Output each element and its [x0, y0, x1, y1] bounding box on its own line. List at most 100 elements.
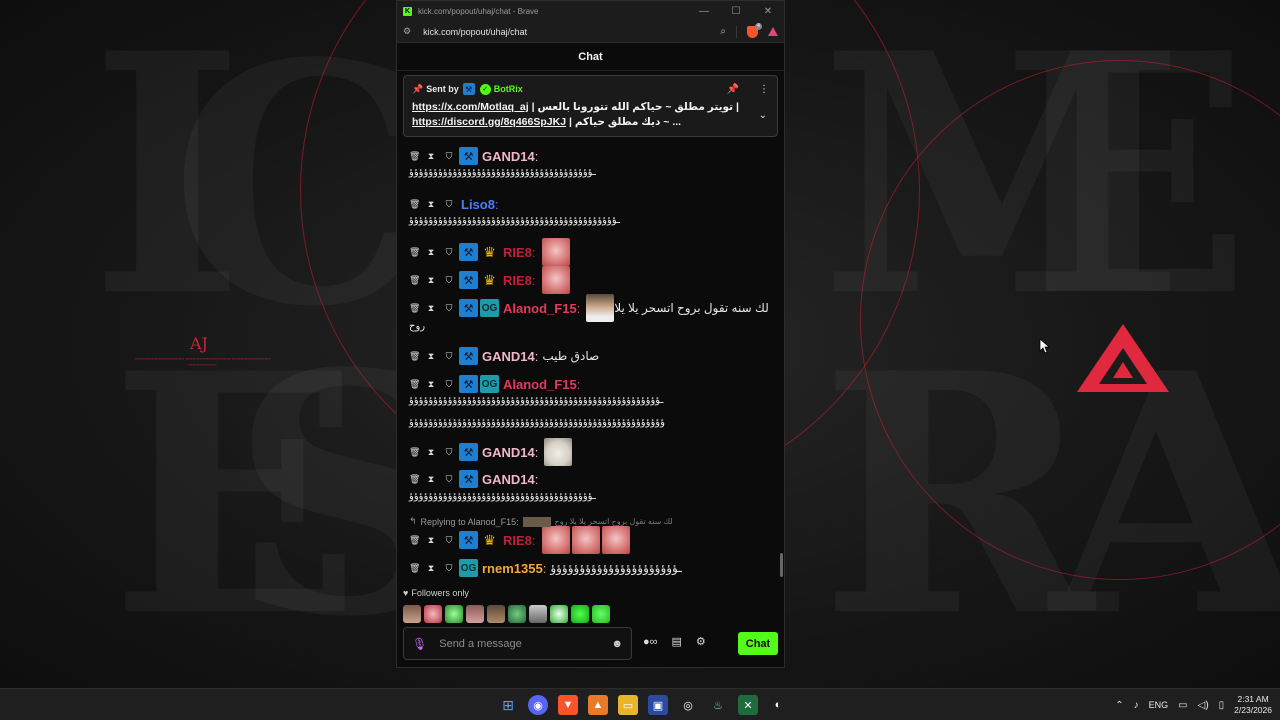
- more-options-icon[interactable]: ⋮: [759, 84, 769, 95]
- ban-icon[interactable]: ⛉: [445, 535, 453, 546]
- minimize-button[interactable]: —: [688, 6, 720, 17]
- pinned-link-discord[interactable]: https://discord.gg/8q466SpJKJ: [412, 116, 566, 128]
- quick-emote[interactable]: [445, 605, 463, 623]
- timeout-icon[interactable]: ⧗: [427, 535, 435, 546]
- file-explorer-icon[interactable]: ▭: [618, 695, 638, 715]
- ban-icon[interactable]: ⛉: [445, 474, 453, 485]
- ban-icon[interactable]: ⛉: [445, 199, 453, 210]
- delete-icon[interactable]: 🗑: [409, 199, 420, 210]
- obs-icon[interactable]: ◎: [678, 695, 698, 715]
- chat-message[interactable]: 🗑 ⧗ ⛉ ⚒ GAND14:: [409, 438, 769, 466]
- timeout-icon[interactable]: ⧗: [427, 379, 435, 390]
- delete-icon[interactable]: 🗑: [409, 151, 420, 162]
- chat-username[interactable]: RIE8: [503, 245, 532, 260]
- ban-icon[interactable]: ⛉: [445, 563, 453, 574]
- chat-username[interactable]: RIE8: [503, 533, 532, 548]
- maximize-button[interactable]: ☐: [720, 6, 752, 17]
- delete-icon[interactable]: 🗑: [409, 247, 420, 258]
- chat-username[interactable]: Alanod_F15: [503, 377, 577, 392]
- emote-image[interactable]: [601, 526, 630, 554]
- chat-message[interactable]: 🗑 ⧗ ⛉ ⚒ GAND14:: [409, 468, 769, 490]
- emote-image[interactable]: [586, 294, 615, 322]
- clock[interactable]: 2:31 AM 2/23/2026: [1234, 694, 1272, 716]
- brave-shields-icon[interactable]: 4: [747, 22, 762, 38]
- media-app-icon[interactable]: ▣: [648, 695, 668, 715]
- pinned-message[interactable]: 📌 Sent by ⚒ ✓ BotRix 📌 ⋮ https://x.com/M…: [403, 75, 778, 137]
- chat-username[interactable]: GAND14: [482, 445, 535, 460]
- quick-emote[interactable]: [592, 605, 610, 623]
- chat-send-button[interactable]: Chat: [738, 632, 778, 655]
- unpin-icon[interactable]: 📌: [727, 84, 739, 95]
- timeout-icon[interactable]: ⧗: [427, 247, 435, 258]
- timeout-icon[interactable]: ⧗: [427, 303, 435, 314]
- chat-message[interactable]: 🗑 ⧗ ⛉ Liso8:: [409, 193, 769, 215]
- timeout-icon[interactable]: ⧗: [427, 351, 435, 362]
- quick-emote[interactable]: [508, 605, 526, 623]
- send-message-input[interactable]: [439, 637, 612, 650]
- chevron-up-icon[interactable]: ⌃: [1115, 700, 1123, 711]
- chat-username[interactable]: Liso8: [461, 197, 495, 212]
- quick-emote[interactable]: [424, 605, 442, 623]
- chat-message[interactable]: 🗑 ⧗ ⛉ ⚒ ♛ RIE8:: [409, 266, 769, 294]
- chevron-down-icon[interactable]: ⌄: [759, 110, 767, 121]
- microphone-tray-icon[interactable]: ♪: [1134, 700, 1139, 711]
- chat-message[interactable]: 🗑 ⧗ ⛉ OG rnem1355: ـؤؤؤؤؤؤؤؤؤؤؤؤؤؤؤؤؤؤؤؤؤؤ: [409, 557, 769, 579]
- close-button[interactable]: ✕: [752, 6, 784, 17]
- windows-start-icon[interactable]: ⊞: [498, 695, 518, 715]
- chat-message[interactable]: 🗑 ⧗ ⛉ ⚒ ♛ RIE8:: [409, 526, 769, 554]
- chat-username[interactable]: GAND14: [482, 349, 535, 364]
- zoom-icon[interactable]: ⌕: [720, 26, 726, 37]
- quick-emote[interactable]: [550, 605, 568, 623]
- chat-messages[interactable]: 🗑 ⧗ ⛉ ⚒ GAND14: ـؤؤؤؤؤؤؤؤؤؤؤؤؤؤؤؤؤؤؤؤؤؤؤؤؤؤؤؤ…: [397, 71, 784, 579]
- apex-launcher-icon[interactable]: ▲: [588, 695, 608, 715]
- emote-image[interactable]: [544, 438, 573, 466]
- pinned-author[interactable]: BotRix: [494, 84, 523, 94]
- quick-emote[interactable]: [529, 605, 547, 623]
- chrome-icon[interactable]: ◐: [768, 695, 788, 715]
- timeout-icon[interactable]: ⧗: [427, 275, 435, 286]
- ban-icon[interactable]: ⛉: [445, 303, 453, 314]
- chat-scrollbar[interactable]: [780, 553, 783, 577]
- emote-image[interactable]: [541, 526, 570, 554]
- brave-icon[interactable]: ▼: [558, 695, 578, 715]
- discord-icon[interactable]: ◉: [528, 695, 548, 715]
- quick-emote[interactable]: [466, 605, 484, 623]
- delete-icon[interactable]: 🗑: [409, 474, 420, 485]
- timeout-icon[interactable]: ⧗: [427, 199, 435, 210]
- ban-icon[interactable]: ⛉: [445, 247, 453, 258]
- url-text[interactable]: kick.com/popout/uhaj/chat: [423, 27, 720, 37]
- emote-image[interactable]: [571, 526, 600, 554]
- volume-icon[interactable]: ◁): [1198, 700, 1209, 711]
- spreadsheet-icon[interactable]: ✕: [738, 695, 758, 715]
- chat-username[interactable]: RIE8: [503, 273, 532, 288]
- chat-username[interactable]: GAND14: [482, 472, 535, 487]
- ban-icon[interactable]: ⛉: [445, 275, 453, 286]
- message-input-box[interactable]: 🎙 ☻: [403, 627, 632, 660]
- quick-emote[interactable]: [403, 605, 421, 623]
- chat-message[interactable]: 🗑 ⧗ ⛉ ⚒ GAND14: صادق طيب: [409, 345, 769, 367]
- settings-icon[interactable]: ⚙: [696, 635, 706, 648]
- ban-icon[interactable]: ⛉: [445, 151, 453, 162]
- address-bar[interactable]: ⚙ kick.com/popout/uhaj/chat ⌕ 4: [397, 21, 784, 43]
- emote-image[interactable]: [541, 238, 570, 266]
- language-indicator[interactable]: ENG: [1149, 700, 1169, 710]
- battery-icon[interactable]: ▯: [1219, 700, 1225, 711]
- pinned-link-twitter[interactable]: https://x.com/Motlaq_aj: [412, 101, 529, 113]
- chat-message[interactable]: 🗑 ⧗ ⛉ ⚒ ♛ RIE8:: [409, 238, 769, 266]
- reply-indicator[interactable]: ↰ Replying to Alanod_F15: لك سنه تقول بروح…: [409, 516, 673, 527]
- quick-emote[interactable]: [487, 605, 505, 623]
- kick-points-icon[interactable]: ●∞: [643, 636, 658, 648]
- delete-icon[interactable]: 🗑: [409, 535, 420, 546]
- timeout-icon[interactable]: ⧗: [427, 474, 435, 485]
- microphone-icon[interactable]: 🎙: [412, 637, 427, 651]
- timeout-icon[interactable]: ⧗: [427, 563, 435, 574]
- delete-icon[interactable]: 🗑: [409, 447, 420, 458]
- timeout-icon[interactable]: ⧗: [427, 151, 435, 162]
- ban-icon[interactable]: ⛉: [445, 379, 453, 390]
- emoji-picker-icon[interactable]: ☻: [611, 638, 623, 650]
- gift-icon[interactable]: ▤: [672, 635, 682, 648]
- site-settings-icon[interactable]: ⚙: [403, 26, 411, 37]
- brave-rewards-icon[interactable]: [768, 27, 778, 36]
- delete-icon[interactable]: 🗑: [409, 275, 420, 286]
- steam-icon[interactable]: ♨: [708, 695, 728, 715]
